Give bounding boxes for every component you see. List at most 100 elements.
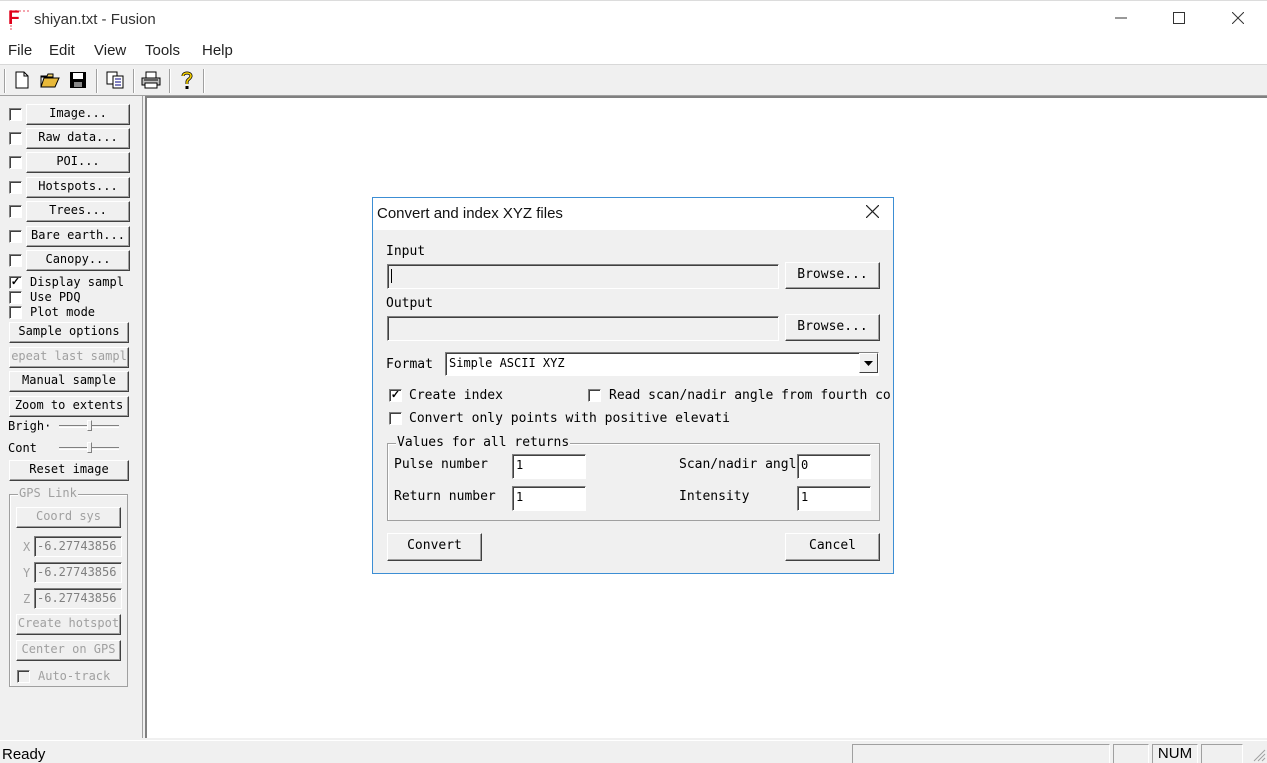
canopy-button[interactable]: Canopy... <box>26 250 130 271</box>
raw-data-button-label: Raw data... <box>38 130 118 144</box>
image-layer-checkbox[interactable] <box>9 108 22 121</box>
menu-edit[interactable]: Edit <box>49 42 75 59</box>
reset-image-button[interactable]: Reset image <box>9 460 129 481</box>
num-lock-indicator: NUM <box>1152 744 1198 763</box>
bare-earth-layer-checkbox[interactable] <box>9 230 22 243</box>
input-label: Input <box>386 244 426 259</box>
scan-nadir-angle-field[interactable]: 0 <box>797 454 871 479</box>
cancel-button[interactable]: Cancel <box>785 533 880 561</box>
status-pane-caps <box>1113 744 1149 763</box>
maximize-button[interactable] <box>1150 1 1208 39</box>
format-dropdown-button[interactable] <box>859 353 878 373</box>
open-folder-icon <box>40 73 60 88</box>
toolbar-separator <box>96 69 98 93</box>
brightness-label: Brigh· <box>8 419 52 433</box>
input-file-field[interactable] <box>387 264 779 289</box>
hotspots-button-label: Hotspots... <box>38 179 118 193</box>
menu-file[interactable]: File <box>8 42 32 59</box>
gps-x-field[interactable]: -6.27743856 <box>34 536 122 557</box>
open-file-button[interactable] <box>38 68 62 92</box>
sample-options-button[interactable]: Sample options <box>9 322 129 343</box>
dialog-title-bar: Convert and index XYZ files <box>373 198 893 230</box>
convert-positive-checkbox[interactable] <box>389 412 402 425</box>
image-button-label: Image... <box>49 106 107 120</box>
help-button[interactable] <box>175 68 199 92</box>
resize-grip-icon[interactable] <box>1253 749 1266 762</box>
toolbar-grip <box>4 69 6 93</box>
poi-layer-checkbox[interactable] <box>9 156 22 169</box>
return-number-field[interactable]: 1 <box>512 486 586 511</box>
create-index-checkbox[interactable]: ✓ <box>389 389 402 402</box>
toolbar-separator <box>203 69 205 93</box>
trees-button[interactable]: Trees... <box>26 201 130 222</box>
zoom-to-extents-button[interactable]: Zoom to extents <box>9 396 129 417</box>
raw-data-layer-checkbox[interactable] <box>9 132 22 145</box>
image-button[interactable]: Image... <box>26 104 130 125</box>
menu-bar: File Edit View Tools Help <box>0 38 1267 64</box>
toolbar-separator <box>133 69 135 93</box>
read-scan-angle-checkbox[interactable] <box>588 389 601 402</box>
chevron-down-icon <box>864 360 873 366</box>
menu-view[interactable]: View <box>94 42 126 59</box>
new-file-button[interactable] <box>10 68 34 92</box>
center-on-gps-button[interactable]: Center on GPS <box>16 640 121 661</box>
control-panel: Image... Raw data... POI... Hotspots... … <box>0 96 143 738</box>
trees-button-label: Trees... <box>49 203 107 217</box>
intensity-field[interactable]: 1 <box>797 486 871 511</box>
gps-y-field[interactable]: -6.27743856 <box>34 562 122 583</box>
plot-mode-checkbox[interactable] <box>9 306 22 319</box>
use-pdq-checkbox[interactable] <box>9 291 22 304</box>
toolbar <box>0 64 1267 96</box>
repeat-last-sample-button[interactable]: epeat last sampl <box>9 347 129 368</box>
copy-icon <box>106 71 124 89</box>
status-bar: Ready NUM <box>0 740 1267 763</box>
use-pdq-label: Use PDQ <box>30 290 81 304</box>
output-file-field[interactable] <box>387 316 779 341</box>
print-button[interactable] <box>139 68 163 92</box>
gps-link-title: GPS Link <box>18 486 78 500</box>
copy-button[interactable] <box>103 68 127 92</box>
toolbar-separator <box>169 69 171 93</box>
display-sample-label: Display sampl <box>30 275 124 289</box>
plot-mode-label: Plot mode <box>30 305 96 319</box>
create-hotspot-button[interactable]: Create hotspot <box>16 614 121 635</box>
save-button[interactable] <box>66 68 90 92</box>
raw-data-button[interactable]: Raw data... <box>26 128 130 149</box>
auto-track-label: Auto-track <box>38 669 111 683</box>
trees-layer-checkbox[interactable] <box>9 205 22 218</box>
brightness-slider-thumb[interactable] <box>87 420 92 431</box>
canopy-layer-checkbox[interactable] <box>9 254 22 267</box>
hotspots-layer-checkbox[interactable] <box>9 181 22 194</box>
close-icon <box>865 204 879 219</box>
convert-button[interactable]: Convert <box>387 533 482 561</box>
coord-sys-button[interactable]: Coord sys <box>16 507 121 528</box>
dialog-close-button[interactable] <box>851 198 893 230</box>
menu-tools[interactable]: Tools <box>145 42 180 59</box>
display-sample-checkbox[interactable]: ✓ <box>9 276 22 289</box>
format-select-value: Simple ASCII XYZ <box>449 356 565 370</box>
new-file-icon <box>15 71 29 89</box>
manual-sample-button[interactable]: Manual sample <box>9 371 129 392</box>
bare-earth-button-label: Bare earth... <box>31 228 125 242</box>
pulse-number-field[interactable]: 1 <box>512 454 586 479</box>
auto-track-checkbox[interactable] <box>17 670 30 683</box>
return-number-label: Return number <box>394 489 496 504</box>
input-browse-button[interactable]: Browse... <box>785 262 880 289</box>
dialog-title: Convert and index XYZ files <box>377 205 563 222</box>
output-browse-button[interactable]: Browse... <box>785 314 880 341</box>
hotspots-button[interactable]: Hotspots... <box>26 177 130 198</box>
menu-help[interactable]: Help <box>202 42 233 59</box>
contrast-label: Cont <box>8 441 37 455</box>
contrast-slider-thumb[interactable] <box>87 442 92 453</box>
maximize-icon <box>1173 12 1185 24</box>
poi-button[interactable]: POI... <box>26 152 130 173</box>
gps-z-field[interactable]: -6.27743856 <box>34 588 122 609</box>
app-icon-letter: F <box>8 8 20 29</box>
help-icon <box>181 71 193 89</box>
close-window-button[interactable] <box>1209 1 1267 39</box>
status-pane-main <box>852 744 1110 763</box>
output-label: Output <box>386 296 433 311</box>
minimize-button[interactable] <box>1092 1 1150 39</box>
bare-earth-button[interactable]: Bare earth... <box>26 226 130 247</box>
format-select[interactable]: Simple ASCII XYZ <box>445 352 879 376</box>
